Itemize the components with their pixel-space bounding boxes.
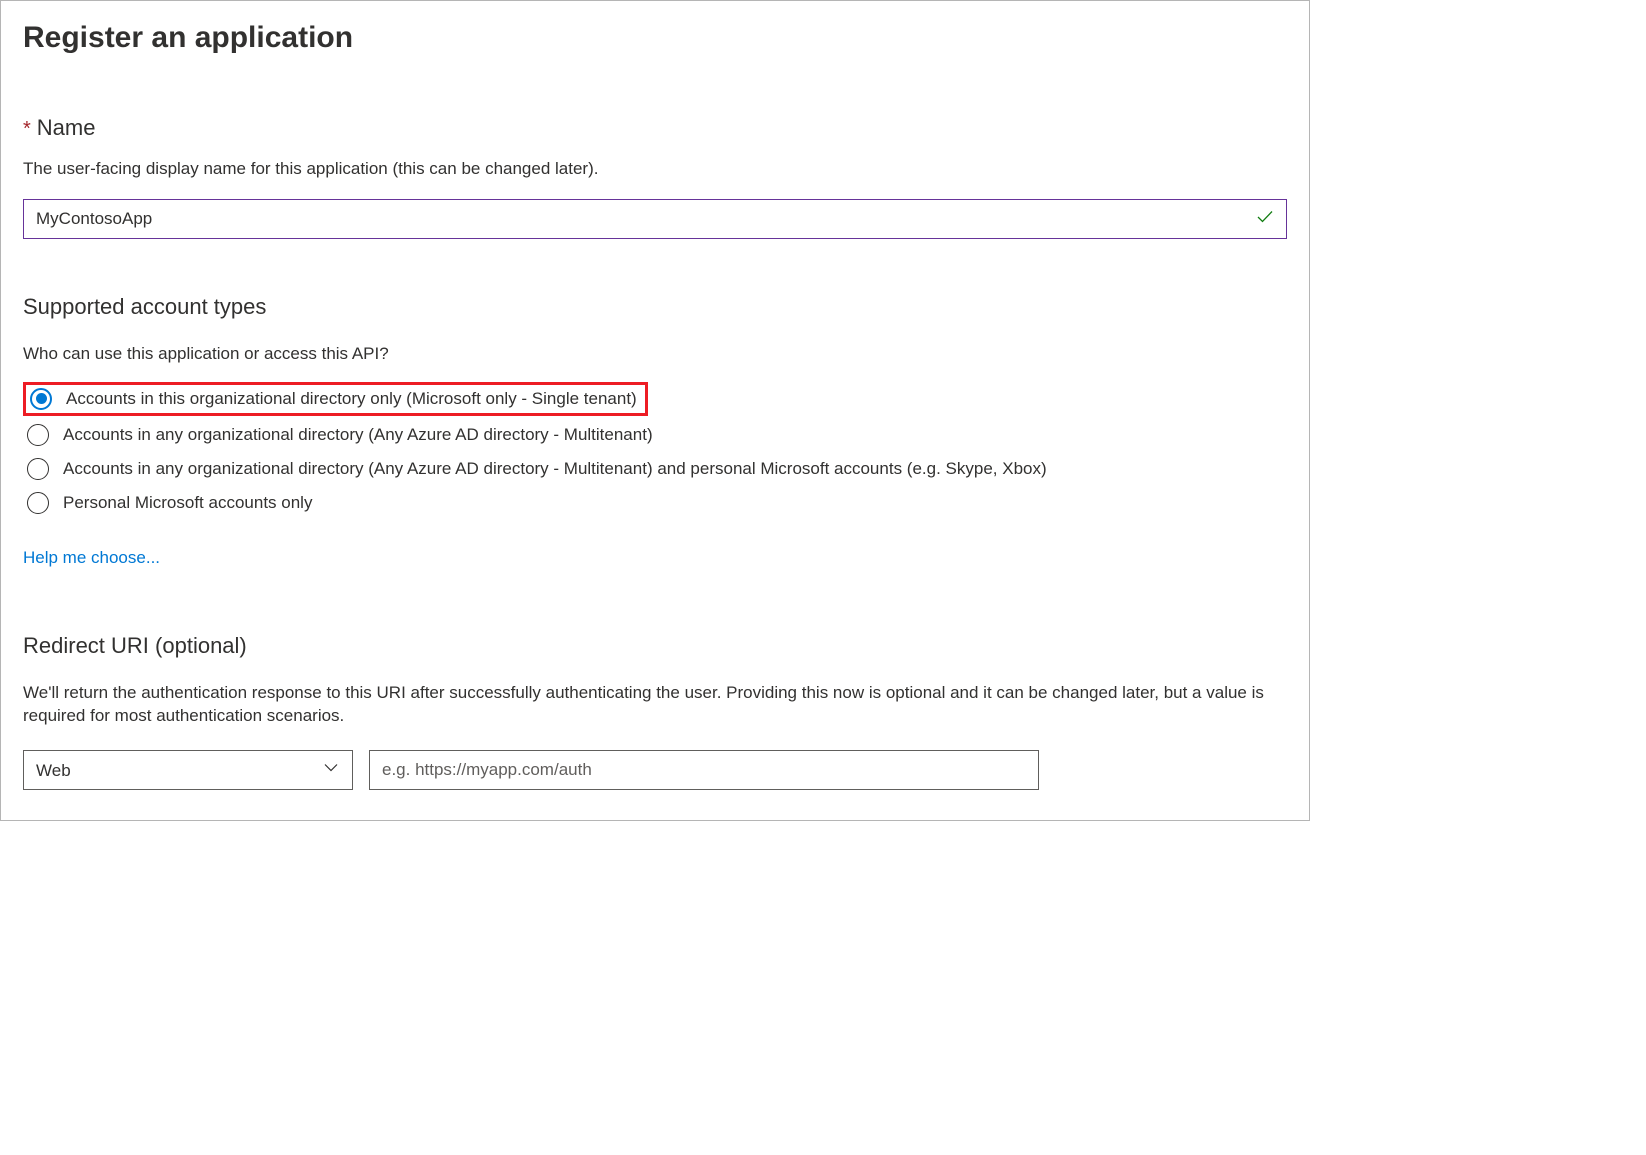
- radio-label: Accounts in this organizational director…: [66, 389, 637, 409]
- page-title: Register an application: [23, 21, 1287, 55]
- radio-icon: [30, 388, 52, 410]
- redirect-uri-description: We'll return the authentication response…: [23, 681, 1287, 729]
- radio-icon: [27, 492, 49, 514]
- redirect-uri-input[interactable]: [369, 750, 1039, 790]
- redirect-uri-inputs-row: Web: [23, 750, 1287, 790]
- required-asterisk-icon: *: [23, 118, 31, 141]
- name-description: The user-facing display name for this ap…: [23, 157, 1287, 181]
- name-section: * Name The user-facing display name for …: [23, 115, 1287, 239]
- account-types-description: Who can use this application or access t…: [23, 342, 1287, 366]
- radio-option-multitenant[interactable]: Accounts in any organizational directory…: [23, 418, 1287, 452]
- platform-select[interactable]: Web: [23, 750, 353, 790]
- name-input-wrapper: [23, 199, 1287, 239]
- name-label-row: * Name: [23, 115, 1287, 141]
- radio-option-single-tenant[interactable]: Accounts in this organizational director…: [30, 388, 637, 410]
- account-types-heading: Supported account types: [23, 294, 1287, 320]
- radio-icon: [27, 424, 49, 446]
- radio-icon: [27, 458, 49, 480]
- redirect-uri-section: Redirect URI (optional) We'll return the…: [23, 633, 1287, 791]
- account-types-radio-group: Accounts in this organizational director…: [23, 382, 1287, 520]
- help-me-choose-link[interactable]: Help me choose...: [23, 548, 160, 568]
- radio-option-personal-only[interactable]: Personal Microsoft accounts only: [23, 486, 1287, 520]
- radio-option-multitenant-personal[interactable]: Accounts in any organizational directory…: [23, 452, 1287, 486]
- name-input[interactable]: [23, 199, 1287, 239]
- radio-option-single-tenant-highlight: Accounts in this organizational director…: [23, 382, 648, 416]
- name-label: Name: [37, 115, 96, 141]
- redirect-uri-heading: Redirect URI (optional): [23, 633, 1287, 659]
- platform-select-wrapper: Web: [23, 750, 353, 790]
- radio-label: Personal Microsoft accounts only: [63, 493, 312, 513]
- radio-label: Accounts in any organizational directory…: [63, 425, 653, 445]
- account-types-section: Supported account types Who can use this…: [23, 294, 1287, 633]
- radio-label: Accounts in any organizational directory…: [63, 459, 1047, 479]
- register-application-form: Register an application * Name The user-…: [0, 0, 1310, 821]
